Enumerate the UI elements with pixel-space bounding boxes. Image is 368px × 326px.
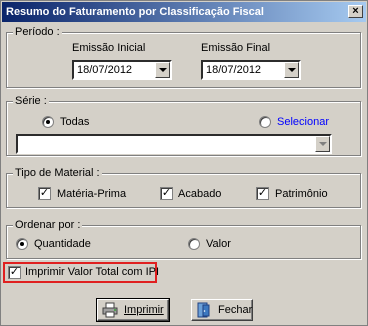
periodo-group: Período : Emissão Inicial 18/07/2012 Emi… (6, 26, 361, 88)
ordenar-group: Ordenar por : Quantidade Valor (6, 219, 361, 259)
check-acabado-label[interactable]: Acabado (178, 188, 221, 201)
fechar-label: Fechar (218, 304, 253, 316)
radio-todas[interactable] (42, 116, 54, 128)
door-exit-icon (197, 302, 210, 318)
chevron-down-icon[interactable] (155, 62, 170, 78)
radio-quantidade[interactable] (16, 238, 28, 250)
check-materia-prima-label[interactable]: Matéria-Prima (57, 188, 126, 201)
emissao-inicial-label: Emissão Inicial (72, 42, 146, 54)
radio-todas-label[interactable]: Todas (60, 116, 89, 129)
title-bar: Resumo do Faturamento por Classificação … (2, 2, 366, 22)
serie-select[interactable] (16, 134, 332, 154)
tipo-material-legend: Tipo de Material : (13, 167, 102, 180)
close-button[interactable]: × (348, 5, 363, 18)
serie-group: Série : Todas Selecionar (6, 95, 361, 156)
fechar-button[interactable]: Fechar (191, 299, 253, 321)
radio-valor[interactable] (188, 238, 200, 250)
window-title: Resumo do Faturamento por Classificação … (6, 6, 264, 18)
emissao-inicial-date[interactable]: 18/07/2012 (72, 60, 172, 80)
check-imprimir-ipi-label[interactable]: Imprimir Valor Total com IPI (25, 266, 159, 279)
radio-quantidade-label[interactable]: Quantidade (34, 238, 91, 251)
radio-valor-label[interactable]: Valor (206, 238, 231, 251)
check-patrimonio[interactable]: ✓ (256, 187, 269, 200)
tipo-material-group: Tipo de Material : ✓ Matéria-Prima ✓ Aca… (6, 167, 361, 208)
emissao-final-label: Emissão Final (201, 42, 271, 54)
emissao-final-value: 18/07/2012 (206, 64, 262, 76)
ordenar-legend: Ordenar por : (13, 219, 83, 232)
imprimir-button[interactable]: Imprimir (96, 298, 170, 322)
radio-selecionar[interactable] (259, 116, 271, 128)
close-icon: × (352, 5, 359, 17)
radio-selecionar-label[interactable]: Selecionar (277, 116, 329, 129)
dialog-window: Resumo do Faturamento por Classificação … (0, 0, 368, 326)
check-patrimonio-label[interactable]: Patrimônio (275, 188, 328, 201)
emissao-final-date[interactable]: 18/07/2012 (201, 60, 301, 80)
chevron-down-icon[interactable] (284, 62, 299, 78)
periodo-legend: Período : (13, 26, 62, 39)
printer-icon (102, 302, 118, 318)
check-acabado[interactable]: ✓ (160, 187, 173, 200)
emissao-inicial-value: 18/07/2012 (77, 64, 133, 76)
chevron-down-icon[interactable] (315, 136, 330, 152)
check-imprimir-ipi[interactable]: ✓ (8, 266, 21, 279)
serie-legend: Série : (13, 95, 49, 108)
check-materia-prima[interactable]: ✓ (38, 187, 51, 200)
imprimir-label: Imprimir (124, 304, 164, 316)
